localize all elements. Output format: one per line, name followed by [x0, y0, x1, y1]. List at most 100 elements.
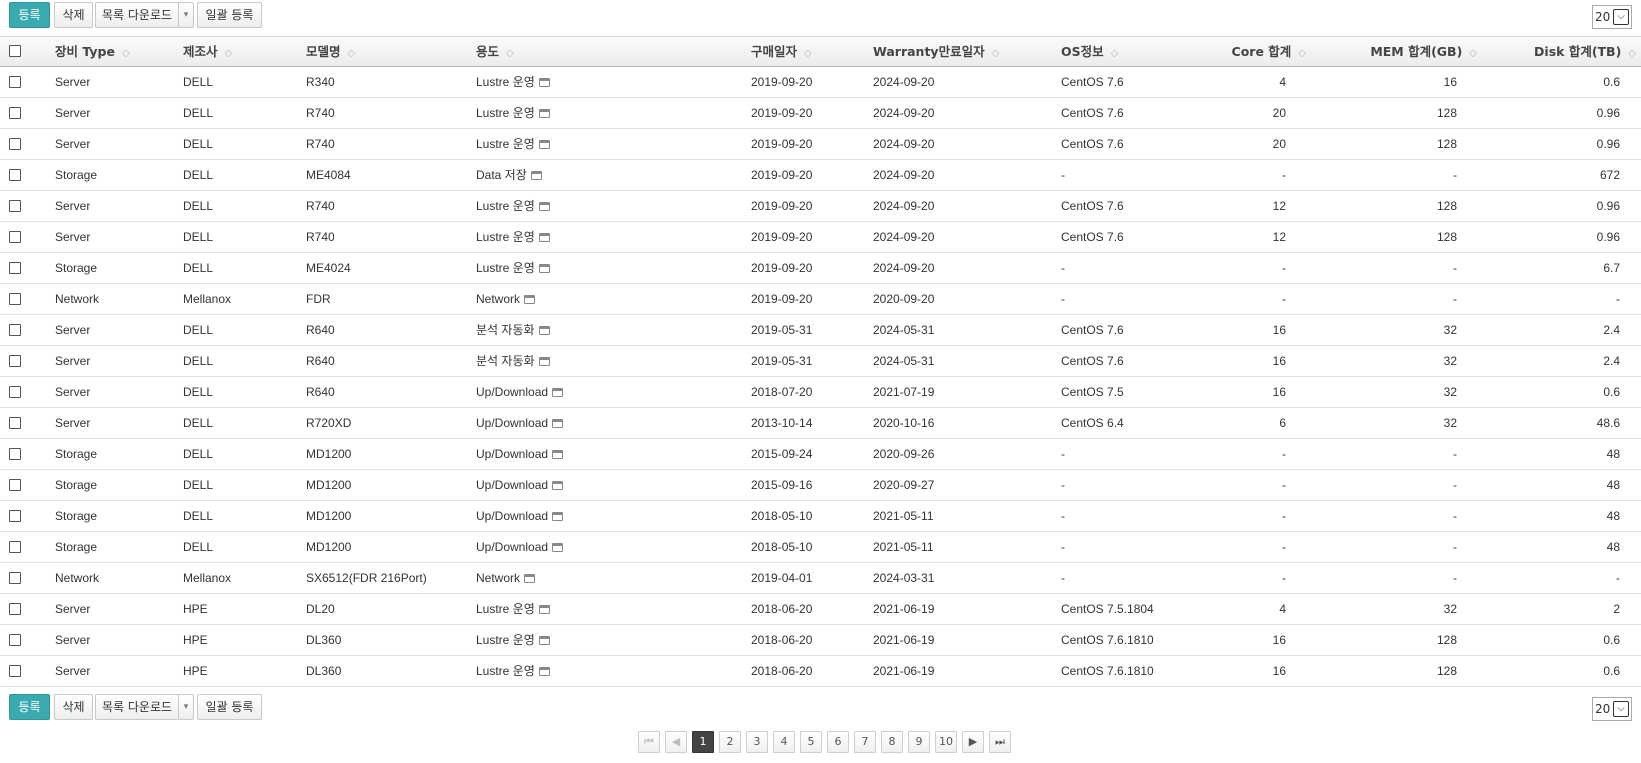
row-checkbox[interactable] [9, 603, 21, 615]
table-row[interactable]: Server DELL R340 Lustre 운영 2019-09-20 20… [0, 67, 1641, 98]
popup-window-icon[interactable] [538, 605, 550, 614]
row-checkbox[interactable] [9, 138, 21, 150]
table-row[interactable]: Server DELL R740 Lustre 운영 2019-09-20 20… [0, 129, 1641, 160]
page-10-button[interactable]: 10 [935, 731, 957, 753]
row-checkbox[interactable] [9, 386, 21, 398]
table-row[interactable]: Storage DELL ME4084 Data 저장 2019-09-20 2… [0, 160, 1641, 191]
register-button[interactable]: 등록 [9, 2, 50, 28]
table-row[interactable]: Server HPE DL360 Lustre 운영 2018-06-20 20… [0, 656, 1641, 687]
header-maker[interactable]: 제조사 ◇ [183, 37, 232, 67]
table-row[interactable]: Network Mellanox FDR Network 2019-09-20 … [0, 284, 1641, 315]
page-1-button[interactable]: 1 [692, 731, 714, 753]
table-row[interactable]: Server DELL R740 Lustre 운영 2019-09-20 20… [0, 191, 1641, 222]
table-row[interactable]: Server DELL R740 Lustre 운영 2019-09-20 20… [0, 98, 1641, 129]
row-checkbox[interactable] [9, 76, 21, 88]
popup-window-icon[interactable] [552, 419, 564, 428]
download-dropdown-caret-icon[interactable]: ▾ [178, 694, 194, 720]
table-row[interactable]: Server DELL R640 Up/Download 2018-07-20 … [0, 377, 1641, 408]
last-page-icon[interactable]: ⏭ [989, 731, 1011, 753]
bulk-register-button[interactable]: 일괄 등록 [197, 694, 262, 720]
prev-page-icon[interactable]: ◀ [665, 731, 687, 753]
header-warranty-date[interactable]: Warranty만료일자 ◇ [873, 37, 999, 67]
row-checkbox[interactable] [9, 479, 21, 491]
row-checkbox[interactable] [9, 324, 21, 336]
table-row[interactable]: Server HPE DL360 Lustre 운영 2018-06-20 20… [0, 625, 1641, 656]
page-2-button[interactable]: 2 [719, 731, 741, 753]
popup-window-icon[interactable] [552, 543, 564, 552]
popup-window-icon[interactable] [538, 636, 550, 645]
header-os[interactable]: OS정보 ◇ [1061, 37, 1118, 67]
table-row[interactable]: Storage DELL MD1200 Up/Download 2015-09-… [0, 439, 1641, 470]
row-checkbox[interactable] [9, 448, 21, 460]
header-disk[interactable]: Disk 합계(TB) ◇ [1490, 37, 1636, 67]
first-page-icon[interactable]: ⏮ [638, 731, 660, 753]
page-6-button[interactable]: 6 [827, 731, 849, 753]
row-checkbox[interactable] [9, 107, 21, 119]
table-row[interactable]: Server DELL R740 Lustre 운영 2019-09-20 20… [0, 222, 1641, 253]
table-row[interactable]: Server DELL R720XD Up/Download 2013-10-1… [0, 408, 1641, 439]
popup-window-icon[interactable] [538, 667, 550, 676]
bulk-register-button[interactable]: 일괄 등록 [197, 2, 262, 28]
delete-button[interactable]: 삭제 [54, 2, 93, 28]
page-size-select[interactable]: 20 ⌵ [1592, 5, 1632, 29]
page-4-button[interactable]: 4 [773, 731, 795, 753]
row-checkbox[interactable] [9, 572, 21, 584]
table-row[interactable]: Storage DELL MD1200 Up/Download 2018-05-… [0, 501, 1641, 532]
page-7-button[interactable]: 7 [854, 731, 876, 753]
row-checkbox[interactable] [9, 355, 21, 367]
cell-purchase-date: 2019-09-20 [751, 261, 813, 275]
select-all-checkbox[interactable] [9, 45, 21, 57]
usage-text: Lustre 운영 [476, 602, 535, 616]
page-5-button[interactable]: 5 [800, 731, 822, 753]
popup-window-icon[interactable] [538, 140, 550, 149]
delete-button[interactable]: 삭제 [54, 694, 93, 720]
popup-window-icon[interactable] [538, 233, 550, 242]
next-page-icon[interactable]: ▶ [962, 731, 984, 753]
popup-window-icon[interactable] [538, 78, 550, 87]
header-model[interactable]: 모델명 ◇ [306, 37, 355, 67]
row-checkbox[interactable] [9, 231, 21, 243]
row-checkbox[interactable] [9, 510, 21, 522]
table-row[interactable]: Storage DELL MD1200 Up/Download 2018-05-… [0, 532, 1641, 563]
row-checkbox[interactable] [9, 541, 21, 553]
popup-window-icon[interactable] [524, 295, 536, 304]
popup-window-icon[interactable] [552, 388, 564, 397]
row-checkbox[interactable] [9, 293, 21, 305]
popup-window-icon[interactable] [552, 512, 564, 521]
popup-window-icon[interactable] [538, 264, 550, 273]
table-row[interactable]: Server DELL R640 분석 자동화 2019-05-31 2024-… [0, 315, 1641, 346]
table-row[interactable]: Storage DELL ME4024 Lustre 운영 2019-09-20… [0, 253, 1641, 284]
table-row[interactable]: Network Mellanox SX6512(FDR 216Port) Net… [0, 563, 1641, 594]
row-checkbox[interactable] [9, 169, 21, 181]
row-checkbox[interactable] [9, 634, 21, 646]
table-row[interactable]: Storage DELL MD1200 Up/Download 2015-09-… [0, 470, 1641, 501]
popup-window-icon[interactable] [538, 357, 550, 366]
page-8-button[interactable]: 8 [881, 731, 903, 753]
page-size-select[interactable]: 20 ⌵ [1592, 697, 1632, 721]
popup-window-icon[interactable] [552, 481, 564, 490]
page-3-button[interactable]: 3 [746, 731, 768, 753]
download-list-button[interactable]: 목록 다운로드 [95, 2, 179, 28]
header-core[interactable]: Core 합계 ◇ [1180, 37, 1306, 67]
popup-window-icon[interactable] [538, 326, 550, 335]
table-row[interactable]: Server DELL R640 분석 자동화 2019-05-31 2024-… [0, 346, 1641, 377]
table-row[interactable]: Server HPE DL20 Lustre 운영 2018-06-20 202… [0, 594, 1641, 625]
header-purchase-date[interactable]: 구매일자 ◇ [751, 37, 812, 67]
popup-window-icon[interactable] [524, 574, 536, 583]
popup-window-icon[interactable] [552, 450, 564, 459]
header-type[interactable]: 장비 Type ◇ [55, 37, 130, 67]
page-9-button[interactable]: 9 [908, 731, 930, 753]
download-dropdown-caret-icon[interactable]: ▾ [178, 2, 194, 28]
row-checkbox[interactable] [9, 665, 21, 677]
popup-window-icon[interactable] [538, 109, 550, 118]
row-checkbox[interactable] [9, 262, 21, 274]
popup-window-icon[interactable] [538, 202, 550, 211]
header-mem[interactable]: MEM 합계(GB) ◇ [1320, 37, 1477, 67]
row-checkbox[interactable] [9, 200, 21, 212]
cell-warranty-date: 2021-06-19 [873, 602, 935, 616]
header-usage[interactable]: 용도 ◇ [476, 37, 514, 67]
row-checkbox[interactable] [9, 417, 21, 429]
download-list-button[interactable]: 목록 다운로드 [95, 694, 179, 720]
popup-window-icon[interactable] [530, 171, 542, 180]
register-button[interactable]: 등록 [9, 694, 50, 720]
